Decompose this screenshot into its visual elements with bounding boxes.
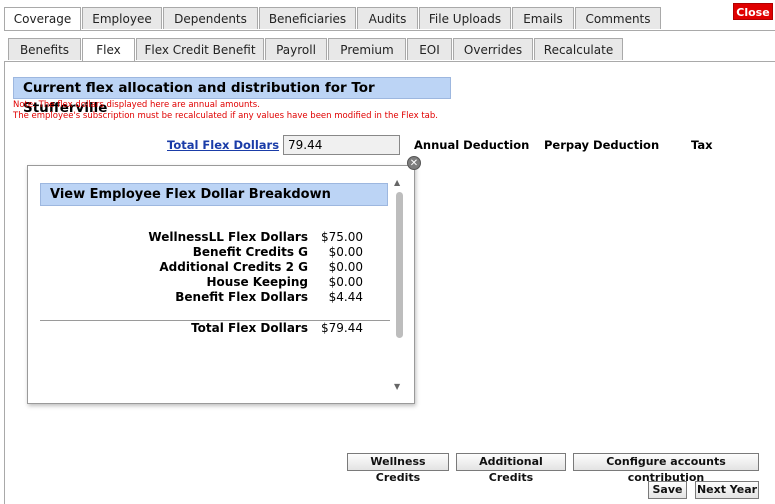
configure-accounts-button[interactable]: Configure accounts contribution — [573, 453, 759, 484]
breakdown-label: House Keeping — [206, 275, 309, 289]
tab-eoi[interactable]: EOI — [407, 38, 452, 60]
additional-credits-button[interactable]: Additional Credits — [456, 453, 566, 484]
tab-recalculate[interactable]: Recalculate — [534, 38, 623, 60]
tab-dependents[interactable]: Dependents — [163, 7, 258, 29]
page-title: Current flex allocation and distribution… — [13, 77, 451, 116]
perpay-deduction-header: Perpay Deduction — [544, 138, 660, 152]
tab-flex-credit-benefit[interactable]: Flex Credit Benefit — [136, 38, 264, 60]
sub-tab-bar: Benefits Flex Flex Credit Benefit Payrol… — [4, 38, 704, 62]
breakdown-row: Benefit Flex Dollars $4.44 — [28, 290, 368, 305]
note-recalculate: The employee's subscription must be reca… — [13, 111, 438, 121]
popup-scrollbar[interactable]: ▲ ▼ — [394, 178, 404, 392]
breakdown-amount: $0.00 — [328, 260, 363, 274]
tab-emails[interactable]: Emails — [512, 7, 574, 29]
breakdown-label: Benefit Flex Dollars — [175, 290, 308, 304]
top-tab-divider — [4, 30, 775, 31]
breakdown-amount: $0.00 — [328, 275, 363, 289]
scroll-up-arrow-icon[interactable]: ▲ — [394, 178, 400, 187]
tab-overrides[interactable]: Overrides — [453, 38, 533, 60]
breakdown-amount: $75.00 — [321, 230, 363, 244]
annual-deduction-header: Annual Deduction — [414, 138, 530, 152]
breakdown-row: WellnessLL Flex Dollars $75.00 — [28, 230, 368, 245]
popup-title: View Employee Flex Dollar Breakdown — [40, 183, 388, 206]
breakdown-amount: $4.44 — [328, 290, 363, 304]
tab-audits[interactable]: Audits — [357, 7, 418, 29]
top-tab-bar: Coverage Employee Dependents Beneficiari… — [4, 7, 704, 31]
scroll-thumb[interactable] — [396, 192, 403, 338]
tab-benefits[interactable]: Benefits — [8, 38, 81, 60]
tab-coverage[interactable]: Coverage — [4, 7, 81, 31]
breakdown-row: House Keeping $0.00 — [28, 275, 368, 290]
breakdown-total-label: Total Flex Dollars — [191, 321, 308, 335]
wellness-credits-button[interactable]: Wellness Credits — [347, 453, 449, 484]
tab-premium[interactable]: Premium — [328, 38, 406, 60]
breakdown-total-amount: $79.44 — [321, 321, 363, 335]
next-year-button[interactable]: Next Year — [695, 481, 759, 499]
breakdown-total-row: Total Flex Dollars $79.44 — [28, 321, 368, 336]
breakdown-label: Additional Credits 2 G — [159, 260, 308, 274]
breakdown-label: WellnessLL Flex Dollars — [148, 230, 308, 244]
total-flex-dollars-field[interactable] — [283, 135, 400, 155]
tax-header: Tax — [691, 138, 713, 152]
tab-beneficiaries[interactable]: Beneficiaries — [259, 7, 356, 29]
popup-close-icon[interactable]: ✕ — [407, 156, 421, 170]
breakdown-amount: $0.00 — [328, 245, 363, 259]
scroll-down-arrow-icon[interactable]: ▼ — [394, 382, 400, 391]
tab-employee[interactable]: Employee — [82, 7, 162, 29]
note-annual-amounts: Note: The flex dollars displayed here ar… — [13, 100, 260, 110]
breakdown-row: Benefit Credits G $0.00 — [28, 245, 368, 260]
tab-comments[interactable]: Comments — [575, 7, 661, 29]
flex-breakdown-popup: View Employee Flex Dollar Breakdown Well… — [27, 165, 415, 404]
close-button[interactable]: Close — [733, 3, 773, 20]
tab-payroll[interactable]: Payroll — [265, 38, 327, 60]
total-flex-dollars-link[interactable]: Total Flex Dollars — [167, 138, 279, 152]
tab-file-uploads[interactable]: File Uploads — [419, 7, 511, 29]
breakdown-row: Additional Credits 2 G $0.00 — [28, 260, 368, 275]
tab-flex[interactable]: Flex — [82, 38, 135, 62]
breakdown-label: Benefit Credits G — [192, 245, 308, 259]
save-button[interactable]: Save — [648, 481, 687, 499]
